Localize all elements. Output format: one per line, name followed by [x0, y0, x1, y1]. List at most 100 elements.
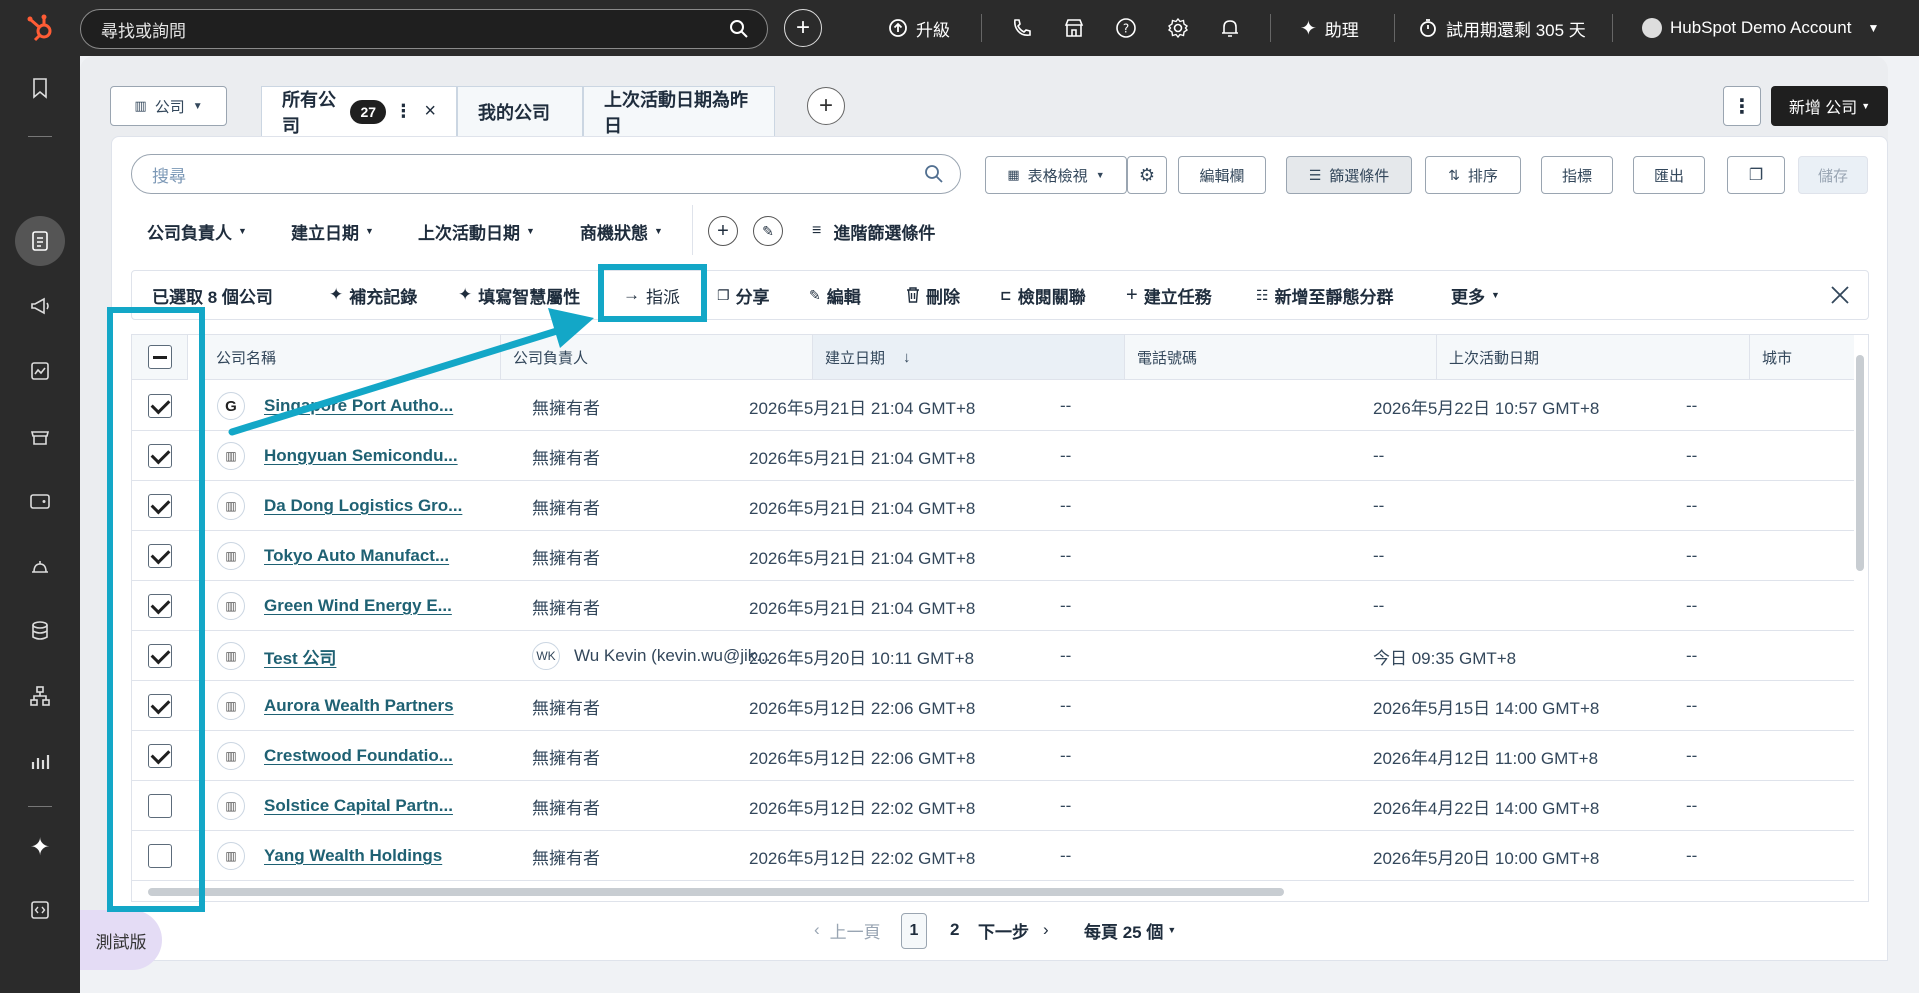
crm-contacts-icon[interactable] — [28, 229, 52, 253]
company-name-link[interactable]: Solstice Capital Partn... — [264, 796, 453, 816]
cell-city: -- — [1686, 646, 1698, 665]
create-plus-button[interactable]: + — [784, 9, 822, 47]
table-settings-button[interactable]: ⚙ — [1127, 156, 1167, 194]
ai-sparkle-icon[interactable]: ✦ — [28, 836, 52, 860]
commerce-icon[interactable] — [28, 424, 52, 448]
beta-badge[interactable]: 測試版 — [80, 910, 162, 970]
object-type-selector[interactable]: ▥ 公司 ▼ — [110, 86, 227, 126]
smart-props-label: 填寫智慧屬性 — [478, 287, 581, 307]
close-tab-icon[interactable]: × — [424, 100, 436, 123]
company-name-link[interactable]: Green Wind Energy E... — [264, 596, 452, 616]
table-view-button[interactable]: ▦ 表格檢視 ▼ — [985, 156, 1127, 194]
marketing-megaphone-icon[interactable] — [28, 294, 52, 318]
company-name-link[interactable]: Tokyo Auto Manufact... — [264, 546, 449, 566]
reporting-bar-chart-icon[interactable] — [28, 749, 52, 773]
cell-phone: -- — [1060, 446, 1072, 465]
svg-text:?: ? — [1123, 22, 1129, 36]
divider — [28, 136, 52, 137]
advanced-filters-button[interactable]: ≡ 進階篩選條件 — [812, 216, 935, 246]
company-building-icon: ▥ — [217, 592, 245, 620]
column-header-owner[interactable]: 公司負責人 — [501, 335, 813, 380]
new-company-button[interactable]: 新增 公司 ▼ — [1771, 86, 1888, 126]
column-header-city[interactable]: 城市 — [1750, 335, 1854, 380]
enrich-records-button[interactable]: ✦ 補充記錄 — [329, 270, 417, 320]
company-name-link[interactable]: Singapore Port Autho... — [264, 396, 453, 416]
edit-button[interactable]: ✎ 編輯 — [809, 270, 861, 320]
caret-down-icon: ▼ — [365, 226, 374, 236]
cell-create-date: 2026年5月21日 21:04 GMT+8 — [749, 448, 976, 468]
tab-options-icon[interactable]: ⋮ — [394, 101, 412, 122]
company-name-link[interactable]: Aurora Wealth Partners — [264, 696, 454, 716]
data-database-icon[interactable] — [28, 619, 52, 643]
sort-button[interactable]: ⇅ 排序 — [1425, 156, 1521, 194]
company-name-link[interactable]: Yang Wealth Holdings — [264, 846, 442, 866]
more-bulk-actions-button[interactable]: 更多 ▼ — [1451, 270, 1500, 320]
review-associations-button[interactable]: ⊏ 檢閱關聯 — [1000, 270, 1086, 320]
bookmark-icon[interactable] — [28, 76, 52, 100]
help-icon[interactable]: ? — [1114, 16, 1138, 40]
automation-hierarchy-icon[interactable] — [28, 684, 52, 708]
filter-create-date[interactable]: 建立日期 ▼ — [291, 216, 374, 246]
save-view-button[interactable]: 儲存 — [1798, 156, 1868, 194]
tab-all-companies[interactable]: 所有公司 27 ⋮ × — [261, 86, 457, 136]
company-name-link[interactable]: Crestwood Foundatio... — [264, 746, 453, 766]
vertical-scrollbar[interactable] — [1856, 355, 1864, 571]
phone-icon[interactable] — [1010, 16, 1034, 40]
prev-page-button[interactable]: ‹ 上一頁 — [814, 912, 881, 948]
settings-gear-icon[interactable] — [1166, 16, 1190, 40]
duplicate-view-button[interactable]: ❐ — [1727, 156, 1785, 194]
horizontal-scrollbar[interactable] — [148, 888, 1284, 896]
account-menu-button[interactable]: HubSpot Demo Account ▼ — [1642, 0, 1879, 56]
assistant-button[interactable]: ✦ 助理 — [1300, 0, 1359, 56]
notifications-bell-icon[interactable] — [1218, 16, 1242, 40]
close-icon[interactable] — [1829, 284, 1851, 306]
filters-button[interactable]: ☰ 篩選條件 — [1286, 156, 1412, 194]
caret-down-icon: ▼ — [1095, 170, 1105, 180]
share-button[interactable]: ❐ 分享 — [717, 270, 770, 320]
next-page-button[interactable]: 下一步 › — [978, 912, 1049, 948]
cell-company-name: Crestwood Foundatio... — [264, 731, 494, 781]
service-bell-icon[interactable] — [28, 554, 52, 578]
delete-button[interactable]: 刪除 — [906, 270, 960, 320]
company-name-link[interactable]: Test 公司 — [264, 644, 336, 669]
hubspot-logo-icon[interactable] — [26, 12, 56, 42]
marketplace-icon[interactable] — [1062, 16, 1086, 40]
edit-filters-button[interactable]: ✎ — [753, 216, 783, 246]
column-header-phone[interactable]: 電話號碼 — [1125, 335, 1437, 380]
column-header-create-date[interactable]: 建立日期 ↓ — [813, 335, 1125, 380]
search-icon[interactable] — [924, 164, 944, 184]
create-task-button[interactable]: + 建立任務 — [1126, 270, 1212, 320]
caret-down-icon: ▼ — [192, 100, 203, 112]
edit-columns-button[interactable]: 編輯欄 — [1178, 156, 1266, 194]
page-2-button[interactable]: 2 — [950, 912, 959, 948]
wallet-icon[interactable] — [28, 489, 52, 513]
per-page-selector[interactable]: 每頁 25 個 ▼ — [1084, 912, 1176, 948]
tab-my-companies[interactable]: 我的公司 — [457, 86, 583, 136]
enrich-label: 補充記錄 — [349, 287, 418, 307]
fill-smart-properties-button[interactable]: ✦ 填寫智慧屬性 — [458, 270, 580, 320]
company-building-icon: ▥ — [217, 642, 245, 670]
more-actions-button[interactable]: ⋮ — [1723, 86, 1761, 126]
owner-text: Wu Kevin (kevin.wu@jik... — [574, 646, 771, 665]
add-view-button[interactable]: + — [807, 87, 845, 125]
company-name-link[interactable]: Hongyuan Semicondu... — [264, 446, 458, 466]
trial-status-button[interactable]: 試用期還剩 305 天 — [1418, 0, 1586, 56]
global-search-input[interactable]: 尋找或詢問 — [80, 9, 768, 49]
search-icon[interactable] — [729, 19, 749, 39]
filter-last-activity-date[interactable]: 上次活動日期 ▼ — [418, 216, 535, 246]
column-header-company-name[interactable]: 公司名稱 — [204, 335, 501, 380]
export-button[interactable]: 匯出 — [1633, 156, 1705, 194]
metrics-button[interactable]: 指標 — [1541, 156, 1613, 194]
page-1-button[interactable]: 1 — [901, 913, 927, 949]
add-filter-button[interactable]: + — [708, 216, 738, 246]
filter-company-owner[interactable]: 公司負責人 ▼ — [147, 216, 247, 246]
content-icon[interactable] — [28, 359, 52, 383]
developer-code-icon[interactable] — [28, 898, 52, 922]
company-name-link[interactable]: Da Dong Logistics Gro... — [264, 496, 462, 516]
filter-deal-status[interactable]: 商機狀態 ▼ — [580, 216, 663, 246]
upgrade-button[interactable]: 升級 — [888, 0, 950, 56]
tab-last-activity-yesterday[interactable]: 上次活動日期為昨日 — [583, 86, 775, 136]
list-search-input[interactable]: 搜尋 — [131, 154, 961, 194]
column-header-last-activity[interactable]: 上次活動日期 — [1437, 335, 1750, 380]
add-to-static-segment-button[interactable]: ☷ 新增至靜態分群 — [1256, 270, 1394, 320]
